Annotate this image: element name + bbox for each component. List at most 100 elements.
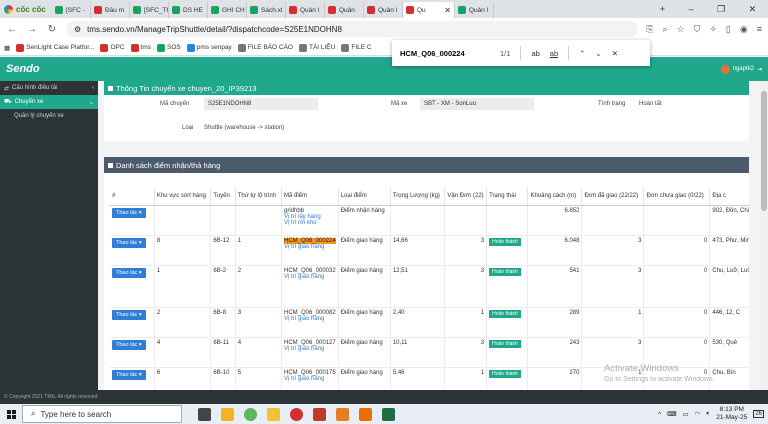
column-header[interactable]: Loại điểm (338, 187, 391, 206)
browser-tab[interactable]: Quản l (286, 2, 325, 18)
location-link[interactable]: Vị trí giao hàng (284, 244, 336, 250)
user-menu[interactable]: ngaptk2 ⇥ (720, 64, 762, 74)
status-cell: Hoàn thành (486, 337, 529, 368)
sidebar-item-trips[interactable]: ⛟ Chuyến xe ⌄ (0, 95, 98, 109)
column-header[interactable]: Địa c (709, 187, 749, 206)
coccoc-app-icon[interactable] (244, 407, 257, 421)
bookmark-item[interactable]: pms senpay (186, 43, 232, 52)
column-header[interactable]: Thứ tự lộ trình (235, 187, 282, 206)
file-explorer-icon[interactable] (221, 407, 234, 421)
browser-tab[interactable]: [SFC_TH (130, 2, 169, 18)
close-window-icon[interactable]: ✕ (749, 4, 757, 15)
task-view-icon[interactable] (198, 407, 211, 421)
browser-tab[interactable]: Quản l (455, 2, 494, 18)
column-header[interactable]: # (110, 187, 155, 206)
notification-badge[interactable]: 26 (753, 410, 764, 418)
excel-icon[interactable] (382, 407, 395, 421)
action-button[interactable]: Thao tác ▾ (112, 369, 146, 380)
browser-tab[interactable]: DS HE (169, 2, 208, 18)
whole-word-toggle[interactable]: ab (550, 49, 558, 58)
sidebar-toggle-icon[interactable]: ▯ (726, 24, 731, 35)
bookmark-star-icon[interactable]: ☆ (677, 24, 685, 35)
profile-icon[interactable]: ◉ (740, 24, 748, 35)
sendo-logo[interactable]: Sendo (6, 63, 40, 75)
column-header[interactable]: Vận Đơn (22) (444, 187, 488, 206)
url-field[interactable]: ⚙ tms.sendo.vn/ManageTripShuttle/detail/… (66, 21, 639, 37)
action-button[interactable]: Thao tác ▾ (112, 237, 146, 248)
column-header[interactable]: Tuyến (210, 187, 236, 206)
tab-close-icon[interactable]: ✕ (444, 6, 451, 15)
column-header[interactable]: Khoảng cách (m) (527, 187, 583, 206)
column-header[interactable]: Đơn chưa giao (0/22) (643, 187, 711, 206)
volume-icon[interactable]: 🔈︎ (706, 410, 710, 418)
app-orange-icon[interactable] (336, 407, 349, 421)
extensions-icon[interactable]: ✧ (709, 24, 717, 35)
taskbar-clock[interactable]: 8:13 PM 21-May-25 (716, 406, 747, 422)
app-bag-icon[interactable] (359, 407, 372, 421)
column-header[interactable]: Trạng thái (486, 187, 529, 206)
bookmark-item[interactable]: FILE C (341, 43, 372, 52)
column-header[interactable]: Mã điểm (281, 187, 339, 206)
restore-icon[interactable]: ❐ (717, 4, 725, 15)
minimize-icon[interactable]: – (689, 4, 694, 15)
battery-icon[interactable]: ▭ (683, 410, 689, 418)
sidebar-item-config[interactable]: ⇄ Cấu hình điều tải ‹ (0, 81, 98, 95)
location-link[interactable]: Vị trí giao hàng (284, 376, 336, 382)
app-red-icon[interactable] (290, 407, 303, 421)
match-case-toggle[interactable]: ab (531, 49, 539, 58)
browser-tab[interactable]: Quản l (364, 2, 403, 18)
shield-icon[interactable]: ⛉ (694, 24, 701, 35)
browser-tab[interactable]: Sách.xl (247, 2, 286, 18)
action-button[interactable]: Thao tác ▾ (112, 267, 146, 278)
action-button[interactable]: Thao tác ▾ (112, 207, 146, 218)
page-scrollbar[interactable] (760, 81, 768, 390)
browser-tab[interactable]: [SFC - (52, 2, 91, 18)
back-icon[interactable]: ← (6, 24, 18, 35)
find-close-button[interactable]: ✕ (612, 49, 618, 58)
forward-icon[interactable]: → (26, 24, 38, 35)
scrollbar-thumb[interactable] (761, 91, 767, 211)
browser-tab[interactable]: Đầu m (91, 2, 130, 18)
sticky-notes-icon[interactable] (267, 407, 280, 421)
find-next-button[interactable]: ⌄ (595, 49, 601, 58)
sidebar-subitem-manage-trips[interactable]: Quản lý chuyến xe (0, 109, 98, 123)
tray-chevron-icon[interactable]: ^ (658, 411, 661, 418)
location-link[interactable]: Vị trí giao hàng (284, 274, 336, 280)
action-button[interactable]: Thao tác ▾ (112, 309, 146, 320)
bookmark-item[interactable]: SOS (157, 43, 181, 52)
delivered-cell: 3 (581, 265, 645, 308)
column-header[interactable]: Khu vực sort hàng (154, 187, 212, 206)
bookmark-item[interactable]: SenLight Case Platfor... (16, 43, 94, 52)
location-link[interactable]: Vị trí giao hàng (284, 346, 336, 352)
bookmark-item[interactable]: TÀI LIỆU (298, 43, 335, 52)
browser-tab[interactable]: Quản (325, 2, 364, 18)
apps-grid-icon[interactable]: ▦ (4, 44, 10, 52)
find-prev-button[interactable]: ⌃ (579, 49, 585, 58)
bookmark-item[interactable]: tms (130, 43, 151, 52)
new-tab-icon[interactable]: + (660, 4, 665, 15)
location-link[interactable]: Vị trí giao hàng (284, 316, 336, 322)
wifi-icon[interactable]: ◠ (695, 410, 701, 418)
reload-icon[interactable]: ↻ (46, 24, 58, 35)
column-header[interactable]: Đơn đã giao (22/22) (581, 187, 645, 206)
site-info-icon[interactable]: ⚙ (74, 25, 81, 34)
location-link[interactable]: Vị trí rời kho (284, 220, 336, 226)
bookmark-item[interactable]: OPC (100, 43, 125, 52)
tab-label: [SFC_TH (144, 6, 169, 14)
keyboard-icon[interactable]: ⌨ (667, 410, 676, 418)
taskbar-search[interactable]: ⌕ Type here to search (22, 405, 182, 423)
stop-list-header: Danh sách điểm nhận/thả hàng (104, 157, 749, 173)
bookmark-item[interactable]: FILE BÁO CÁO (237, 43, 293, 52)
zoom-icon[interactable]: ⌕ (662, 24, 667, 35)
column-header[interactable]: Trọng Lượng (kg) (390, 187, 446, 206)
translate-icon[interactable]: ⎘ (646, 24, 653, 35)
logout-icon[interactable]: ⇥ (757, 66, 762, 73)
browser-tab[interactable]: GHI CH (208, 2, 247, 18)
app-shield-icon[interactable] (313, 407, 326, 421)
zone-cell: 1 (154, 265, 212, 308)
find-input[interactable] (400, 48, 490, 58)
action-button[interactable]: Thao tác ▾ (112, 339, 146, 350)
browser-tab[interactable]: Qu ✕ (403, 2, 455, 18)
menu-icon[interactable]: ≡ (757, 24, 762, 35)
start-button[interactable] (0, 404, 22, 424)
